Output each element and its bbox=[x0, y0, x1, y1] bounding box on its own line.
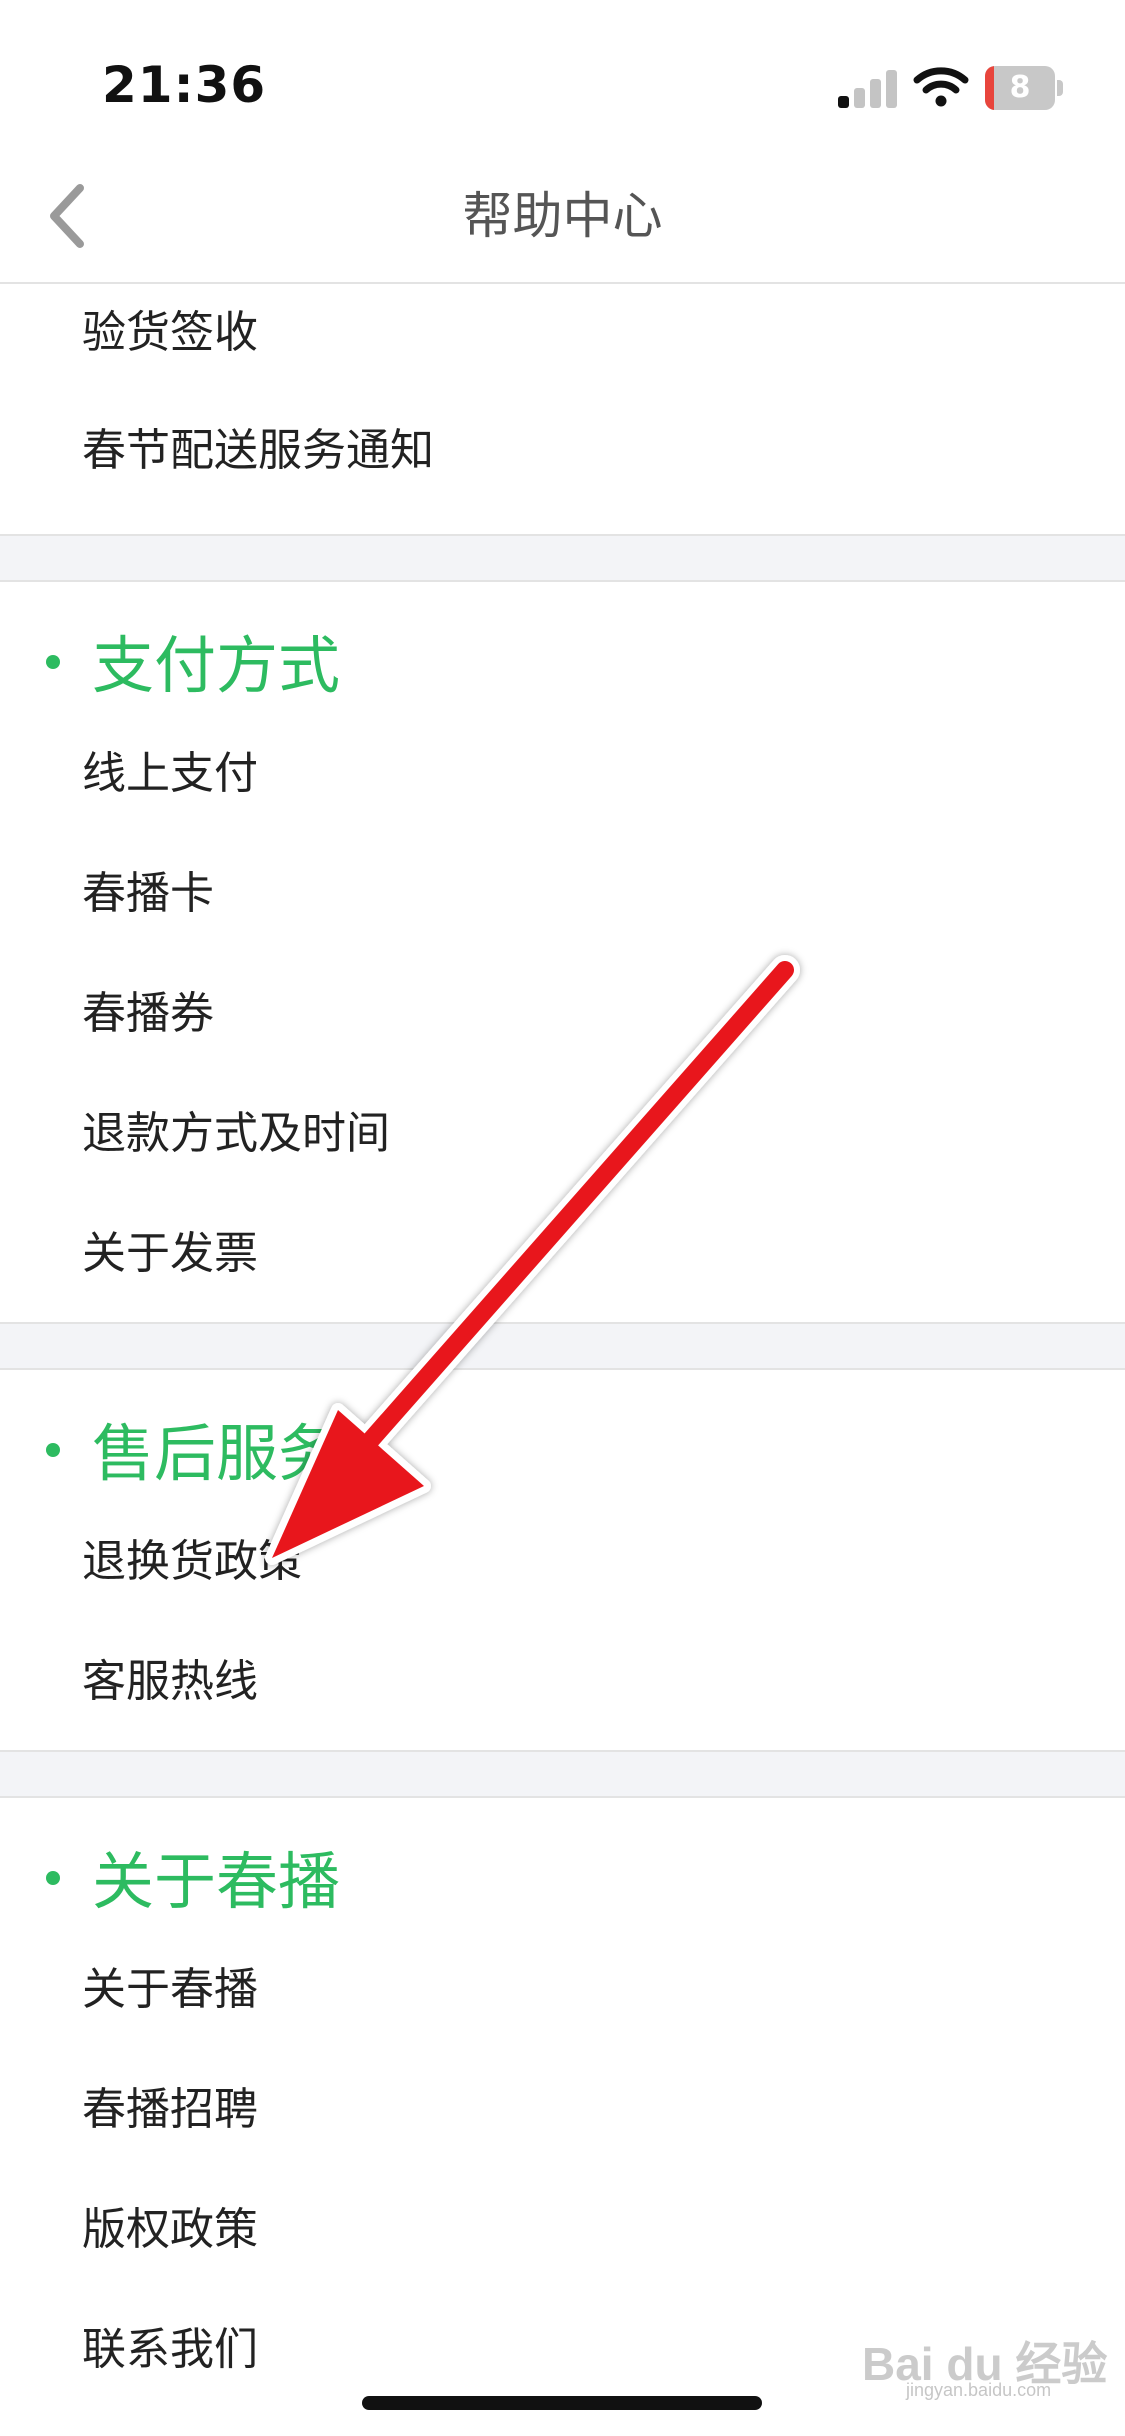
status-bar: 21:36 8 bbox=[0, 0, 1125, 150]
list-item[interactable]: 验货签收 bbox=[0, 284, 1125, 382]
bullet-dot-icon bbox=[46, 1870, 60, 1885]
list-item[interactable]: 退款方式及时间 bbox=[0, 1074, 1125, 1194]
list-item[interactable]: 春播招聘 bbox=[0, 2050, 1125, 2170]
list-item[interactable]: 关于发票 bbox=[0, 1194, 1125, 1322]
page-title: 帮助中心 bbox=[462, 187, 663, 245]
section-after-sales: 售后服务 退换货政策 客服热线 bbox=[0, 1398, 1125, 1750]
home-indicator[interactable] bbox=[362, 2396, 762, 2410]
section-payment: 支付方式 线上支付 春播卡 春播券 退款方式及时间 关于发票 bbox=[0, 610, 1125, 1322]
list-item[interactable]: 春节配送服务通知 bbox=[0, 382, 1125, 534]
baidu-jingyan-watermark: Bai du 经验 jingyan.baidu.com bbox=[862, 2328, 1112, 2400]
list-item[interactable]: 客服热线 bbox=[0, 1622, 1125, 1750]
bullet-dot-icon bbox=[46, 654, 60, 669]
list-item[interactable]: 版权政策 bbox=[0, 2170, 1125, 2290]
status-time: 21:36 bbox=[102, 56, 267, 114]
nav-bar: 帮助中心 bbox=[0, 150, 1125, 284]
watermark-url: jingyan.baidu.com bbox=[906, 2380, 1052, 2400]
section-delivery: 验货签收 春节配送服务通知 bbox=[0, 284, 1125, 534]
list-item[interactable]: 春播券 bbox=[0, 954, 1125, 1074]
section-divider bbox=[0, 1322, 1125, 1370]
list-item[interactable]: 春播卡 bbox=[0, 834, 1125, 954]
bullet-dot-icon bbox=[46, 1442, 60, 1457]
list-item[interactable]: 线上支付 bbox=[0, 714, 1125, 834]
battery-level: 8 bbox=[1009, 70, 1031, 105]
section-title: 关于春播 bbox=[0, 1826, 1125, 1930]
section-divider bbox=[0, 1750, 1125, 1798]
section-title: 售后服务 bbox=[0, 1398, 1125, 1502]
help-list: 验货签收 春节配送服务通知 支付方式 线上支付 春播卡 春播券 退款方式及时间 … bbox=[0, 284, 1125, 2410]
list-item[interactable]: 退换货政策 bbox=[0, 1502, 1125, 1622]
wifi-icon bbox=[913, 67, 969, 107]
battery-icon: 8 bbox=[985, 66, 1065, 110]
section-title: 支付方式 bbox=[0, 610, 1125, 714]
section-about: 关于春播 关于春播 春播招聘 版权政策 联系我们 bbox=[0, 1826, 1125, 2410]
list-item[interactable]: 关于春播 bbox=[0, 1930, 1125, 2050]
cellular-signal-icon bbox=[838, 66, 898, 108]
section-divider bbox=[0, 534, 1125, 582]
